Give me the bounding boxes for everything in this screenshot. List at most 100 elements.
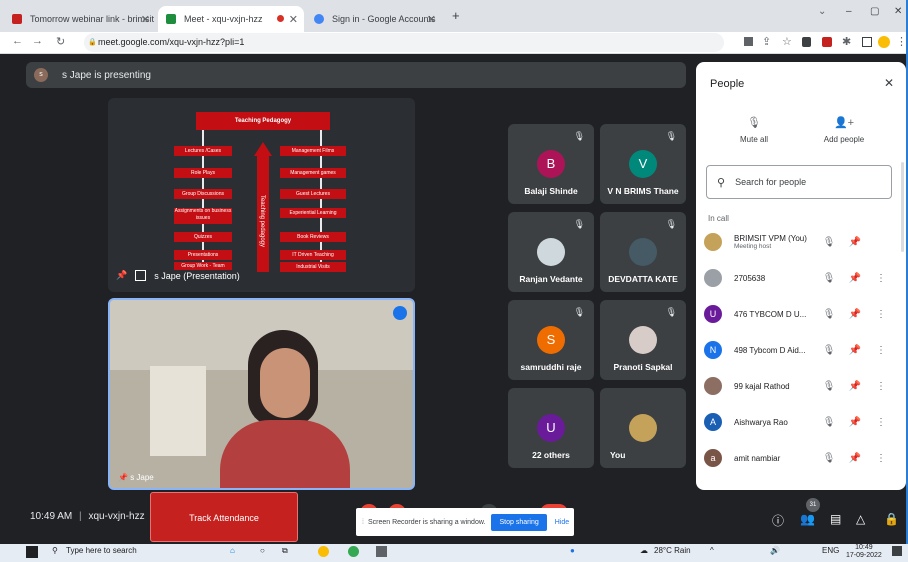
participant-tile[interactable]: 🎙 DEVDATTA KATE (600, 212, 686, 292)
more-options-icon[interactable]: ⋮ (868, 345, 894, 356)
speaker-icon[interactable]: 🔊 (770, 546, 780, 555)
minimize-icon[interactable]: – (846, 6, 852, 17)
reload-icon[interactable]: ↻ (56, 35, 65, 48)
stop-sharing-button[interactable]: Stop sharing (491, 513, 547, 531)
speaker-video[interactable]: 📌 s Jape (108, 298, 415, 490)
close-icon[interactable]: ✕ (289, 13, 298, 26)
slide-item-left: Group Discussions (174, 189, 232, 199)
sidepanel-icon[interactable] (862, 37, 872, 47)
close-icon[interactable]: ✕ (427, 13, 436, 26)
drag-handle-icon[interactable]: ⁞ (362, 519, 364, 526)
mic-off-icon[interactable]: 🎙 (816, 345, 842, 356)
pinned-app-icon[interactable]: ⌂ (230, 546, 235, 555)
participant-row[interactable]: N 498 Tybcom D Aid... 🎙 📌 ⋮ (704, 332, 900, 368)
participant-name: Pranoti Sapkal (613, 362, 673, 372)
maximize-icon[interactable]: ▢ (870, 6, 879, 17)
participant-row[interactable]: a amit nambiar 🎙 📌 ⋮ (704, 440, 900, 476)
more-options-icon[interactable]: ⋮ (868, 453, 894, 464)
mic-off-icon[interactable]: 🎙 (816, 309, 842, 320)
more-options-icon[interactable]: ⋮ (868, 309, 894, 320)
pin-icon[interactable]: 📌 (842, 417, 868, 428)
participant-tile[interactable]: U 22 others (508, 388, 594, 468)
participant-row[interactable]: 99 kajal Rathod 🎙 📌 ⋮ (704, 368, 900, 404)
participant-row[interactable]: BRIMSIT VPM (You) Meeting host 🎙 📌 (704, 224, 900, 260)
participant-tile[interactable]: 🎙 V V N BRIMS Thane (600, 124, 686, 204)
tab-webinar[interactable]: Tomorrow webinar link - brimsit ✕ (4, 6, 156, 32)
notification-icon[interactable] (892, 546, 902, 556)
more-options-icon[interactable]: ⋮ (868, 273, 894, 284)
cortana-icon[interactable]: ○ (260, 546, 265, 555)
menu-icon[interactable]: ⋮ (896, 35, 906, 48)
pin-icon[interactable]: 📌 (842, 309, 868, 320)
windows-start-icon[interactable] (26, 546, 38, 558)
pin-icon[interactable]: 📌 (842, 453, 868, 464)
forward-icon[interactable]: → (32, 35, 43, 47)
participant-tile[interactable]: 🎙 Ranjan Vedante (508, 212, 594, 292)
mic-off-icon: 🎙 (573, 307, 585, 317)
mic-off-icon[interactable]: 🎙 (816, 453, 842, 464)
participant-row[interactable]: 2705638 🎙 📌 ⋮ (704, 260, 900, 296)
extension-icon[interactable] (802, 37, 811, 47)
pin-icon[interactable]: 📌 (842, 273, 868, 284)
star-icon[interactable]: ☆ (782, 35, 792, 48)
avatar: a (704, 449, 722, 467)
app-icon[interactable] (376, 546, 387, 557)
pin-icon[interactable]: 📌 (842, 381, 868, 392)
mic-off-icon[interactable]: 🎙 (816, 273, 842, 284)
app-icon[interactable]: ● (570, 546, 575, 555)
pin-icon[interactable]: 📌 (116, 270, 127, 281)
people-icon[interactable]: 👥 (800, 512, 815, 526)
mute-all-button[interactable]: 🎙 Mute all (726, 116, 782, 144)
participant-tile[interactable]: 🎙 B Balaji Shinde (508, 124, 594, 204)
new-tab-button[interactable]: + (452, 8, 460, 23)
chrome-icon[interactable] (348, 546, 359, 557)
puzzle-icon[interactable]: ✱ (842, 35, 851, 48)
participant-row[interactable]: A Aishwarya Rao 🎙 📌 ⋮ (704, 404, 900, 440)
taskbar-search[interactable]: Type here to search (66, 546, 137, 555)
window-close-icon[interactable]: ✕ (894, 6, 902, 17)
close-panel-icon[interactable]: ✕ (884, 76, 894, 90)
avatar: V (629, 150, 657, 178)
track-attendance-button[interactable]: Track Attendance (150, 492, 298, 542)
tray-chevron-icon[interactable]: ^ (710, 546, 714, 555)
search-input[interactable]: ⚲ Search for people (706, 165, 892, 199)
pin-icon[interactable]: 📌 (842, 237, 868, 248)
profile-avatar[interactable] (878, 36, 890, 48)
add-people-button[interactable]: 👤+ Add people (814, 116, 874, 144)
mic-off-icon[interactable]: 🎙 (816, 417, 842, 428)
more-options-icon[interactable]: ⋮ (868, 381, 894, 392)
hide-button[interactable]: Hide (555, 519, 569, 526)
mic-off-icon[interactable]: 🎙 (816, 381, 842, 392)
panel-scrollbar[interactable] (901, 162, 904, 252)
tab-search-icon[interactable]: ⌄ (818, 6, 826, 17)
task-view-icon[interactable]: ⧉ (282, 546, 288, 556)
section-label: In call (708, 214, 729, 223)
participant-row[interactable]: U 476 TYBCOM D U... 🎙 📌 ⋮ (704, 296, 900, 332)
chat-icon[interactable]: ▤ (830, 512, 841, 526)
participant-tile[interactable]: 🎙 Ssamruddhi raje (508, 300, 594, 380)
participant-name-block: BRIMSIT VPM (You) Meeting host (734, 234, 816, 250)
more-options-icon[interactable]: ⋮ (868, 417, 894, 428)
info-icon[interactable]: ⓘ (772, 512, 784, 529)
pin-icon[interactable]: 📌 (842, 345, 868, 356)
cast-icon[interactable] (744, 37, 753, 46)
speaker-face (260, 348, 310, 418)
recorder-extension-icon[interactable] (822, 37, 832, 47)
participant-tile[interactable]: You (600, 388, 686, 468)
language-indicator[interactable]: ENG (822, 546, 839, 555)
weather-text[interactable]: 28°C Rain (654, 546, 691, 555)
tab-signin[interactable]: Sign in - Google Accounts ✕ (306, 6, 442, 32)
activities-icon[interactable]: △ (856, 512, 865, 526)
participant-tile[interactable]: 🎙 Pranoti Sapkal (600, 300, 686, 380)
mic-off-icon[interactable]: 🎙 (816, 237, 842, 248)
taskbar-clock[interactable]: 10:49 17-09-2022 (846, 544, 882, 560)
close-icon[interactable]: ✕ (141, 13, 150, 26)
address-bar[interactable]: 🔒 meet.google.com/xqu-vxjn-hzz?pli=1 (84, 33, 724, 52)
host-controls-icon[interactable]: 🔒 (884, 512, 899, 526)
chrome-icon[interactable] (318, 546, 329, 557)
share-icon[interactable]: ⇪ (762, 35, 771, 48)
caption-text: s Jape (Presentation) (154, 270, 240, 281)
presentation-tile[interactable]: Teaching Pedagogy Lectures /Cases Role Pl… (108, 98, 415, 292)
tab-meet[interactable]: Meet - xqu-vxjn-hzz ✕ (158, 6, 304, 32)
back-icon[interactable]: ← (12, 35, 23, 47)
